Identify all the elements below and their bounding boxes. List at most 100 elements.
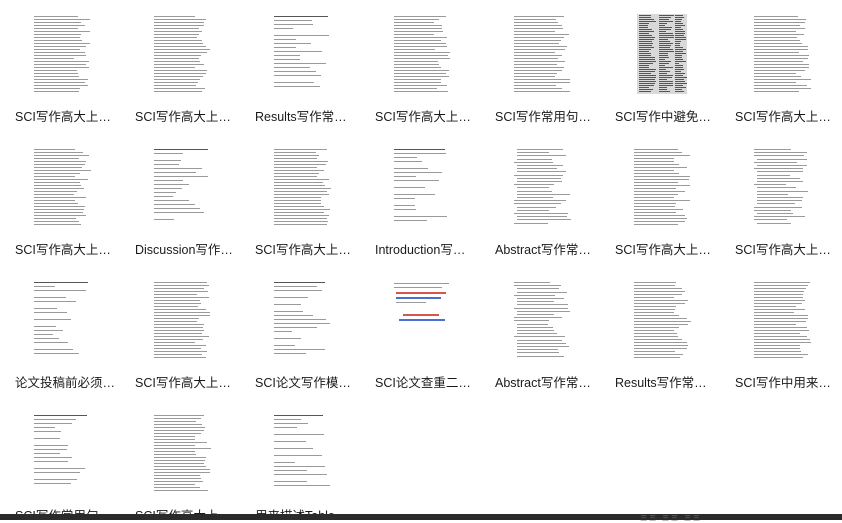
file-item[interactable]: SCI写作高大上… [120, 0, 240, 130]
thumbnail-text-line [634, 324, 688, 325]
thumbnail-text-line [274, 179, 329, 180]
thumbnail-text-line [639, 29, 652, 30]
thumbnail-text-line [514, 58, 558, 59]
thumbnail-text-line [274, 319, 326, 320]
thumbnail-text-line [274, 158, 317, 159]
thumbnail-text-line [394, 67, 441, 68]
thumbnail-text-line [514, 317, 562, 318]
thumbnail-text-line [639, 69, 656, 70]
thumbnail-text-line [154, 40, 202, 41]
file-item[interactable]: SCI写作高大上… [120, 266, 240, 396]
thumbnail-text-line [675, 85, 683, 86]
thumbnail-text-line [659, 75, 673, 76]
file-item[interactable]: SCI写作高大上… [720, 0, 840, 130]
file-item[interactable]: SCI论文查重二… [360, 266, 480, 396]
thumbnail-text-line [274, 47, 296, 48]
thumbnail-text-line [394, 70, 449, 71]
file-item[interactable]: SCI写作中用来… [720, 266, 840, 396]
thumbnail-text-line [34, 16, 78, 17]
thumbnail-text-line [154, 192, 176, 193]
thumbnail-text-line [659, 65, 665, 66]
file-item[interactable]: Introduction写… [360, 133, 480, 263]
file-item[interactable]: SCI论文写作模… [240, 266, 360, 396]
thumbnail-text-line [274, 415, 323, 416]
thumbnail-text-line [274, 481, 307, 482]
thumbnail-text-line [274, 59, 300, 60]
file-thumbnail [633, 280, 691, 360]
thumbnail-text-line [514, 22, 558, 23]
file-item[interactable]: SCI写作常用句… [0, 399, 120, 514]
thumbnail-text-line [514, 43, 559, 44]
thumbnail-text-line [154, 469, 210, 470]
thumbnail-text-line [634, 291, 685, 292]
file-item[interactable]: SCI写作中避免… [600, 0, 720, 130]
thumbnail-text-line [675, 37, 686, 38]
thumbnail-text-line [675, 57, 682, 58]
thumbnail-text-line [639, 27, 648, 28]
thumbnail-text-line [754, 207, 802, 208]
thumbnail-text-line [154, 445, 195, 446]
thumbnail-text-line [154, 472, 210, 473]
thumbnail-text-line [639, 87, 649, 88]
thumbnail-text-line [394, 31, 443, 32]
thumbnail-text-line [154, 460, 205, 461]
thumbnail-text-line [675, 53, 686, 54]
thumbnail-text-line [634, 224, 678, 225]
file-item[interactable]: SCI写作高大上… [240, 133, 360, 263]
thumbnail-text-line [517, 168, 557, 169]
thumbnail-text-line [394, 168, 428, 169]
file-item[interactable]: SCI写作高大上… [720, 133, 840, 263]
thumbnail-text-line [634, 170, 674, 171]
thumbnail-text-line [34, 479, 77, 480]
thumbnail-text-line [757, 203, 795, 204]
thumbnail-text-line [634, 176, 690, 177]
thumbnail-text-line [34, 200, 75, 201]
file-item[interactable]: 论文投稿前必须… [0, 266, 120, 396]
thumbnail-text-line [514, 25, 562, 26]
thumbnail-text-line [634, 197, 674, 198]
file-item[interactable]: SCI写作高大上… [360, 0, 480, 130]
thumbnail-text-line [639, 79, 655, 80]
thumbnail-text-line [274, 194, 329, 195]
thumbnail-text-line [659, 83, 673, 84]
thumbnail-text-line [154, 22, 204, 23]
thumbnail-text-line [634, 327, 679, 328]
file-thumbnail [273, 14, 331, 94]
file-item[interactable]: SCI写作常用句… [480, 0, 600, 130]
thumbnail-text-line [394, 82, 441, 83]
file-item[interactable]: 用来描述Table… [240, 399, 360, 514]
thumbnail-text-line [34, 342, 68, 343]
thumbnail-text-line [274, 286, 317, 287]
thumbnail-text-line [34, 37, 80, 38]
thumbnail-text-line [514, 49, 565, 50]
thumbnail-text-line [154, 457, 206, 458]
thumbnail-text-line [517, 210, 549, 211]
file-item[interactable]: Discussion写作… [120, 133, 240, 263]
thumbnail-text-line [154, 348, 201, 349]
file-item[interactable]: SCI写作高大上… [0, 0, 120, 130]
thumbnail-text-line [754, 40, 800, 41]
thumbnail-text-line [403, 314, 439, 316]
file-item[interactable]: SCI写作高大上… [0, 133, 120, 263]
thumbnail-text-line [517, 352, 559, 353]
file-item[interactable]: Abstract写作常… [480, 266, 600, 396]
file-item[interactable]: SCI写作高大上… [120, 399, 240, 514]
thumbnail-text-line [154, 454, 196, 455]
thumbnail-text-line [675, 17, 684, 18]
thumbnail-text-line [394, 73, 446, 74]
thumbnail-text-line [34, 415, 87, 416]
file-item[interactable]: Results写作常… [240, 0, 360, 130]
thumbnail-text-line [394, 287, 442, 288]
file-item[interactable]: Results写作常… [600, 266, 720, 396]
thumbnail-text-line [399, 319, 445, 321]
file-item[interactable]: SCI写作高大上… [600, 133, 720, 263]
thumbnail-text-line [274, 182, 323, 183]
thumbnail-text-line [394, 16, 446, 17]
thumbnail-text-line [675, 87, 686, 88]
file-item[interactable]: Abstract写作常… [480, 133, 600, 263]
thumbnail-text-line [517, 333, 557, 334]
thumbnail-text-line [154, 336, 209, 337]
thumbnail-text-line [675, 43, 680, 44]
thumbnail-text-line [517, 343, 566, 344]
thumbnail-text-line [34, 427, 55, 428]
